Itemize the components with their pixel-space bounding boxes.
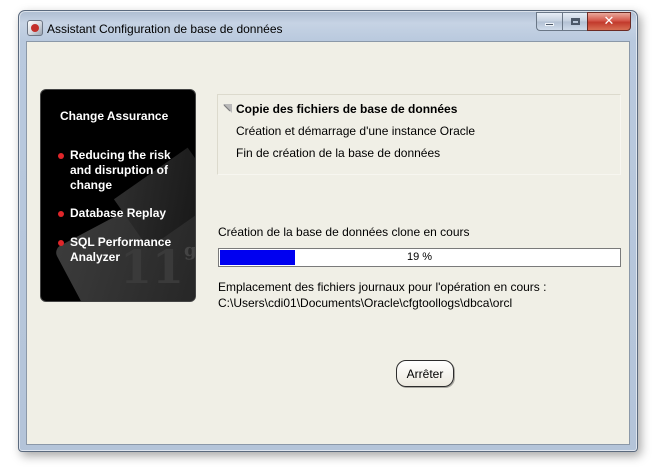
log-location-label: Emplacement des fichiers journaux pour l… bbox=[218, 280, 547, 294]
brand-feature-item: Database Replay bbox=[57, 206, 187, 221]
close-icon: ✕ bbox=[603, 14, 615, 29]
step-create-instance: Création et démarrage d'une instance Ora… bbox=[236, 124, 476, 138]
window-title: Assistant Configuration de base de donné… bbox=[47, 22, 283, 36]
status-text: Création de la base de données clone en … bbox=[218, 225, 470, 239]
close-button[interactable]: ✕ bbox=[587, 12, 631, 31]
brand-feature-label: Reducing the risk and disruption of chan… bbox=[70, 148, 171, 192]
log-location-path: C:\Users\cdi01\Documents\Oracle\cfgtooll… bbox=[218, 296, 513, 310]
dialog-content: 11g Change Assurance Reducing the risk a… bbox=[26, 41, 630, 445]
maximize-icon bbox=[570, 18, 580, 25]
stop-button[interactable]: Arrêter bbox=[396, 360, 454, 387]
progress-bar: 19 % bbox=[218, 248, 621, 267]
brand-feature-list: Reducing the risk and disruption of chan… bbox=[57, 148, 187, 278]
step-copy-files: Copie des fichiers de base de données bbox=[236, 102, 458, 116]
step-finish-creation: Fin de création de la base de données bbox=[236, 146, 441, 160]
brand-feature-label: SQL Performance Analyzer bbox=[70, 235, 172, 264]
oracle-brand-panel: 11g Change Assurance Reducing the risk a… bbox=[40, 89, 196, 302]
caption-buttons: ✕ bbox=[536, 12, 631, 31]
title-bar[interactable]: Assistant Configuration de base de donné… bbox=[19, 11, 637, 41]
app-icon bbox=[27, 20, 43, 36]
brand-heading: Change Assurance bbox=[60, 109, 169, 123]
bullet-icon bbox=[58, 153, 64, 159]
brand-feature-label: Database Replay bbox=[70, 206, 167, 220]
dbca-window: Assistant Configuration de base de donné… bbox=[18, 10, 638, 452]
brand-feature-item: Reducing the risk and disruption of chan… bbox=[57, 148, 187, 193]
bullet-icon bbox=[58, 240, 64, 246]
arrow-icon bbox=[223, 104, 232, 113]
bullet-icon bbox=[58, 211, 64, 217]
brand-feature-item: SQL Performance Analyzer bbox=[57, 235, 187, 265]
maximize-button[interactable] bbox=[562, 12, 587, 31]
minimize-button[interactable] bbox=[536, 12, 562, 31]
minimize-icon bbox=[545, 23, 554, 26]
progress-steps: Copie des fichiers de base de données Cr… bbox=[217, 94, 621, 175]
progress-percent-label: 19 % bbox=[406, 251, 433, 263]
